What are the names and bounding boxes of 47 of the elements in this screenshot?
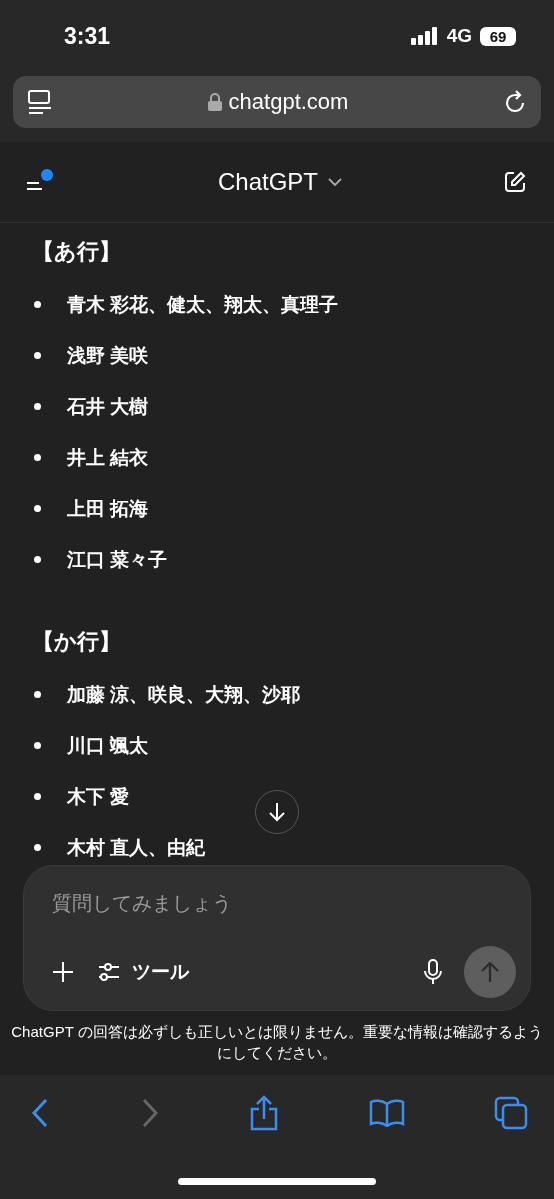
list-item-text: 石井 大樹 [67, 394, 149, 419]
sliders-icon [98, 962, 120, 982]
microphone-icon[interactable] [424, 959, 442, 985]
plus-icon[interactable] [52, 961, 74, 983]
reload-icon[interactable] [503, 89, 527, 115]
bullet-icon [34, 505, 41, 512]
edit-icon[interactable] [504, 171, 526, 193]
list-item-text: 木村 直人、由紀 [67, 835, 206, 860]
url-text: chatgpt.com [228, 89, 349, 115]
list-item-text: 井上 結衣 [67, 445, 149, 470]
tabs-icon[interactable] [494, 1096, 528, 1130]
bullet-icon [34, 793, 41, 800]
section-heading: 【か行】 [32, 628, 122, 656]
bullet-icon [34, 691, 41, 698]
clock-time: 3:31 [64, 22, 112, 50]
reader-icon[interactable] [27, 90, 53, 114]
bullet-icon [34, 352, 41, 359]
arrow-down-icon [269, 802, 285, 822]
list-item-text: 川口 颯太 [67, 733, 149, 758]
network-label: 4G [446, 25, 472, 47]
disclaimer-text: ChatGPT の回答は必ずしも正しいとは限りません。重要な情報は確認するようにしてください。 [11, 1022, 543, 1063]
bullet-icon [34, 454, 41, 461]
battery-level: 69 [480, 26, 516, 46]
list-item-text: 加藤 涼、咲良、大翔、沙耶 [67, 682, 301, 707]
bullet-icon [34, 556, 41, 563]
scroll-down-button[interactable] [255, 790, 299, 834]
list-item-text: 上田 拓海 [67, 496, 149, 521]
bullet-icon [34, 403, 41, 410]
book-icon[interactable] [368, 1099, 405, 1127]
back-icon[interactable] [30, 1098, 50, 1128]
share-icon[interactable] [249, 1095, 279, 1131]
list-item-text: 青木 彩花、健太、翔太、真理子 [67, 292, 339, 317]
list-item-text: 浅野 美咲 [67, 343, 149, 368]
message-input[interactable]: 質問してみましょう [52, 888, 516, 919]
bullet-icon [34, 301, 41, 308]
chevron-down-icon[interactable] [328, 177, 342, 187]
model-title[interactable]: ChatGPT [218, 168, 318, 196]
section-heading: 【あ行】 [32, 238, 122, 266]
bullet-icon [34, 844, 41, 851]
address-bar[interactable]: chatgpt.com [13, 76, 541, 128]
signal-icon [410, 27, 439, 45]
bullet-icon [34, 742, 41, 749]
list-item-text: 木下 愛 [67, 784, 130, 809]
list-item-text: 江口 菜々子 [67, 547, 168, 572]
arrow-up-icon [481, 961, 499, 983]
tools-button[interactable]: ツール [98, 959, 424, 985]
lock-icon [207, 93, 222, 111]
